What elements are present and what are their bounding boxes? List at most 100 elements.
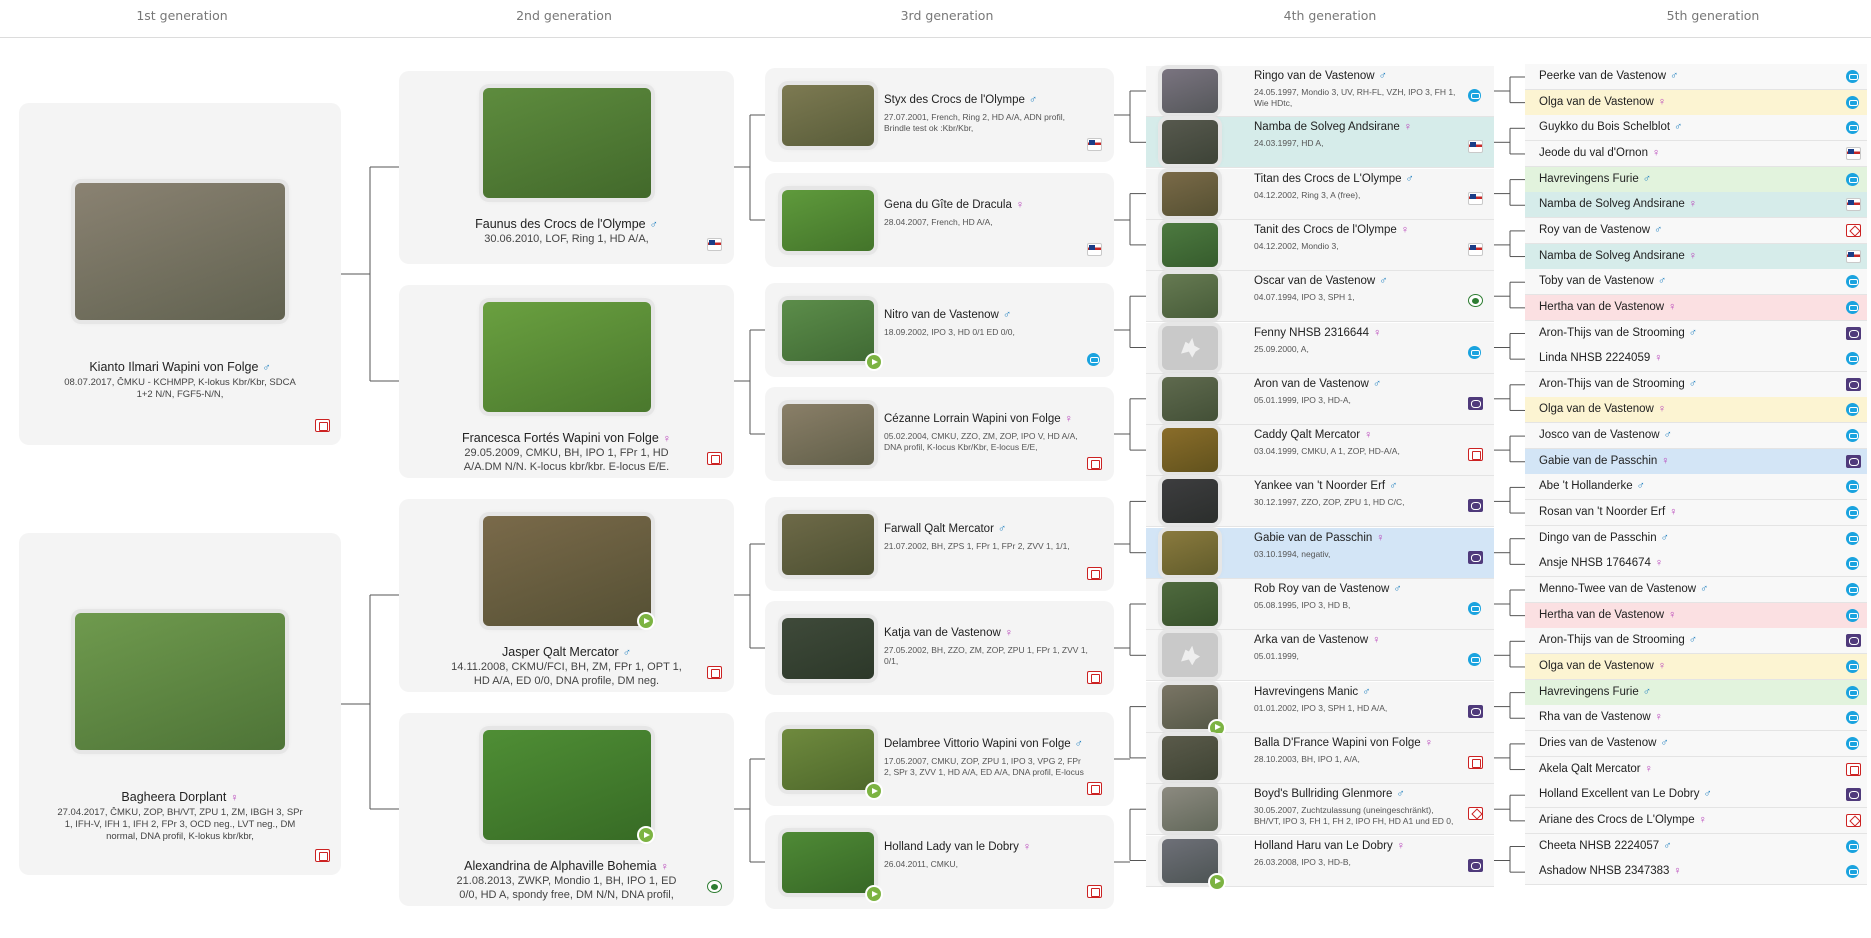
kennel-club-flag-icon[interactable]	[1846, 608, 1859, 622]
kennel-club-flag-icon[interactable]	[1087, 353, 1100, 366]
kennel-club-flag-icon[interactable]	[1846, 839, 1859, 853]
gen2-photo[interactable]	[483, 88, 651, 198]
kennel-club-flag-icon[interactable]	[315, 849, 330, 862]
gen1-photo[interactable]	[75, 183, 285, 320]
kennel-club-flag-icon[interactable]	[707, 238, 722, 251]
kennel-club-flag-icon[interactable]	[1468, 191, 1483, 205]
dog-name[interactable]: Fenny NHSB 2316644 ♀	[1254, 327, 1482, 339]
dog-name[interactable]: Cheeta NHSB 2224057 ♂	[1539, 840, 1839, 852]
kennel-club-flag-icon[interactable]	[1846, 377, 1861, 391]
kennel-club-flag-icon[interactable]	[1468, 396, 1483, 410]
kennel-club-flag-icon[interactable]	[1468, 755, 1483, 769]
dog-name[interactable]: Caddy Qalt Mercator ♀	[1254, 429, 1482, 441]
gen3-photo[interactable]	[782, 729, 874, 790]
play-video-icon[interactable]	[867, 887, 881, 901]
gen4-photo[interactable]	[1162, 479, 1218, 524]
dog-name[interactable]: Balla D'France Wapini von Folge ♀	[1254, 737, 1482, 749]
kennel-club-flag-icon[interactable]	[1846, 223, 1861, 237]
gen4-photo[interactable]	[1162, 325, 1218, 370]
gen4-photo[interactable]	[1162, 274, 1218, 319]
dog-name[interactable]: Aron-Thijs van de Strooming ♂	[1539, 327, 1839, 339]
dog-name[interactable]: Aron-Thijs van de Strooming ♂	[1539, 378, 1839, 390]
dog-name[interactable]: Gabie van de Passchin ♀	[1539, 455, 1839, 467]
gen4-photo[interactable]	[1162, 838, 1218, 883]
dog-name[interactable]: Francesca Fortés Wapini von Folge ♀	[399, 431, 734, 445]
dog-name[interactable]: Dingo van de Passchin ♂	[1539, 532, 1839, 544]
dog-name[interactable]: Faunus des Crocs de l'Olympe ♂	[399, 217, 734, 231]
dog-name[interactable]: Holland Excellent van Le Dobry ♂	[1539, 788, 1839, 800]
gen3-photo[interactable]	[782, 404, 874, 465]
dog-name[interactable]: Toby van de Vastenow ♂	[1539, 275, 1839, 287]
kennel-club-flag-icon[interactable]	[1846, 762, 1861, 776]
dog-name[interactable]: Gabie van de Passchin ♀	[1254, 532, 1482, 544]
kennel-club-flag-icon[interactable]	[1846, 506, 1859, 520]
gen2-photo[interactable]	[483, 302, 651, 412]
gen3-photo[interactable]	[782, 300, 874, 361]
dog-name[interactable]: Rosan van 't Noorder Erf ♀	[1539, 506, 1839, 518]
dog-name[interactable]: Arka van de Vastenow ♀	[1254, 634, 1482, 646]
dog-name[interactable]: Hertha van de Vastenow ♀	[1539, 609, 1839, 621]
kennel-club-flag-icon[interactable]	[1846, 685, 1859, 699]
dog-name[interactable]: Olga van de Vastenow ♀	[1539, 660, 1839, 672]
dog-name[interactable]: Aron-Thijs van de Strooming ♂	[1539, 634, 1839, 646]
dog-name[interactable]: Holland Haru van Le Dobry ♀	[1254, 840, 1482, 852]
kennel-club-flag-icon[interactable]	[1468, 242, 1483, 256]
dog-name[interactable]: Olga van de Vastenow ♀	[1539, 403, 1839, 415]
gen4-photo[interactable]	[1162, 428, 1218, 473]
dog-name[interactable]: Rob Roy van de Vastenow ♂	[1254, 583, 1482, 595]
dog-name[interactable]: Ashadow NHSB 2347383 ♀	[1539, 865, 1839, 877]
gen3-photo[interactable]	[782, 85, 874, 146]
play-video-icon[interactable]	[867, 355, 881, 369]
dog-name[interactable]: Ringo van de Vastenow ♂	[1254, 70, 1482, 82]
gen4-photo[interactable]	[1162, 222, 1218, 267]
kennel-club-flag-icon[interactable]	[1468, 807, 1483, 821]
kennel-club-flag-icon[interactable]	[1087, 782, 1102, 795]
kennel-club-flag-icon[interactable]	[1846, 659, 1859, 673]
kennel-club-flag-icon[interactable]	[1468, 499, 1483, 513]
kennel-club-flag-icon[interactable]	[1468, 89, 1481, 102]
dog-name[interactable]: Josco van de Vastenow ♂	[1539, 429, 1839, 441]
kennel-club-flag-icon[interactable]	[707, 880, 722, 893]
gen2-photo[interactable]	[483, 516, 651, 626]
kennel-club-flag-icon[interactable]	[1468, 858, 1483, 872]
dog-name[interactable]: Styx des Crocs de l'Olympe ♂	[884, 94, 1103, 106]
dog-name[interactable]: Hertha van de Vastenow ♀	[1539, 301, 1839, 313]
dog-name[interactable]: Havrevingens Furie ♂	[1539, 173, 1839, 185]
dog-name[interactable]: Linda NHSB 2224059 ♀	[1539, 352, 1839, 364]
dog-name[interactable]: Menno-Twee van de Vastenow ♂	[1539, 583, 1839, 595]
kennel-club-flag-icon[interactable]	[1846, 634, 1861, 648]
kennel-club-flag-icon[interactable]	[1846, 583, 1859, 596]
dog-name[interactable]: Guykko du Bois Schelblot ♂	[1539, 121, 1839, 133]
dog-name[interactable]: Havrevingens Manic ♂	[1254, 686, 1482, 698]
gen3-photo[interactable]	[782, 514, 874, 575]
dog-name[interactable]: Bagheera Dorplant ♀	[19, 790, 341, 804]
gen4-photo[interactable]	[1162, 120, 1218, 165]
kennel-club-flag-icon[interactable]	[1468, 345, 1481, 359]
gen3-photo[interactable]	[782, 190, 874, 251]
dog-name[interactable]: Rha van de Vastenow ♀	[1539, 711, 1839, 723]
dog-name[interactable]: Gena du Gîte de Dracula ♀	[884, 199, 1103, 211]
dog-name[interactable]: Ansje NHSB 1764674 ♀	[1539, 557, 1839, 569]
dog-name[interactable]: Titan des Crocs de L'Olympe ♂	[1254, 173, 1482, 185]
kennel-club-flag-icon[interactable]	[1468, 704, 1483, 718]
gen3-photo[interactable]	[782, 618, 874, 679]
kennel-club-flag-icon[interactable]	[1846, 300, 1859, 314]
kennel-club-flag-icon[interactable]	[1846, 198, 1861, 212]
dog-name[interactable]: Havrevingens Furie ♂	[1539, 686, 1839, 698]
gen4-photo[interactable]	[1162, 376, 1218, 421]
kennel-club-flag-icon[interactable]	[1846, 788, 1861, 802]
kennel-club-flag-icon[interactable]	[1846, 249, 1861, 263]
dog-name[interactable]: Farwall Qalt Mercator ♂	[884, 523, 1103, 535]
kennel-club-flag-icon[interactable]	[1846, 95, 1859, 109]
dog-name[interactable]: Olga van de Vastenow ♀	[1539, 96, 1839, 108]
dog-name[interactable]: Roy van de Vastenow ♂	[1539, 224, 1839, 236]
kennel-club-flag-icon[interactable]	[1846, 326, 1861, 340]
kennel-club-flag-icon[interactable]	[1846, 429, 1859, 443]
dog-name[interactable]: Namba de Solveg Andsirane ♀	[1539, 250, 1839, 262]
dog-name[interactable]: Abe 't Hollanderke ♂	[1539, 480, 1839, 492]
dog-name[interactable]: Tanit des Crocs de l'Olympe ♀	[1254, 224, 1482, 236]
kennel-club-flag-icon[interactable]	[707, 452, 722, 465]
dog-name[interactable]: Kianto Ilmari Wapini von Folge ♂	[19, 360, 341, 374]
dog-name[interactable]: Dries van de Vastenow ♂	[1539, 737, 1839, 749]
dog-name[interactable]: Cézanne Lorrain Wapini von Folge ♀	[884, 413, 1103, 425]
